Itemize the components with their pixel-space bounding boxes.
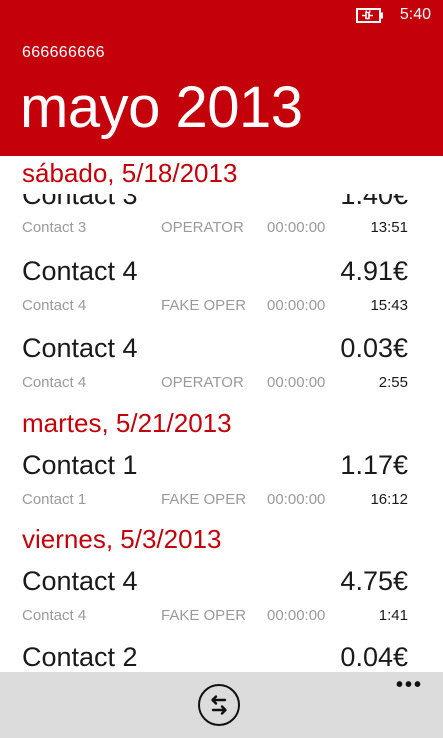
contact-sub: Contact 4 xyxy=(22,607,87,624)
operator: OPERATOR xyxy=(161,374,244,391)
app-bar: ••• xyxy=(0,672,443,738)
contact-name: Contact 1 xyxy=(22,450,138,480)
battery-charging-icon xyxy=(355,7,383,23)
contact-sub: Contact 3 xyxy=(22,219,87,236)
sticky-group-header: sábado, 5/18/2013 xyxy=(0,156,443,194)
calls-list[interactable]: sábado, 5/18/2013 Contact 3 1.40€ Contac… xyxy=(0,156,443,672)
call-time: 2:55 xyxy=(378,374,408,391)
operator: FAKE OPERATOR xyxy=(161,491,245,508)
call-time: 15:43 xyxy=(370,297,408,314)
group-header[interactable]: viernes, 5/3/2013 xyxy=(0,522,443,560)
contact-sub: Contact 1 xyxy=(22,491,87,508)
swap-button[interactable] xyxy=(198,684,240,726)
list-item[interactable]: Contact 4 4.75€ Contact 4 FAKE OPERATOR … xyxy=(0,564,443,638)
contact-name: Contact 2 xyxy=(22,642,138,672)
call-amount: 0.03€ xyxy=(340,333,408,363)
clock: 5:40 xyxy=(399,6,431,23)
contact-sub: Contact 4 xyxy=(22,374,87,391)
duration: 00:00:00 xyxy=(267,219,326,236)
group-date: viernes, 5/3/2013 xyxy=(22,524,222,554)
call-amount: 0.04€ xyxy=(340,642,408,672)
call-time: 16:12 xyxy=(370,491,408,508)
list-item[interactable]: Contact 1 1.17€ Contact 1 FAKE OPERATOR … xyxy=(0,448,443,522)
list-item[interactable]: Contact 4 4.91€ Contact 4 FAKE OPERATOR … xyxy=(0,254,443,328)
call-time: 13:51 xyxy=(370,219,408,236)
status-bar: 5:40 xyxy=(355,4,431,26)
call-time: 1:41 xyxy=(378,607,408,624)
group-date: martes, 5/21/2013 xyxy=(22,408,232,438)
page-title: mayo 2013 xyxy=(20,75,303,140)
operator: FAKE OPERATOR xyxy=(161,297,245,314)
list-item[interactable]: Contact 2 0.04€ xyxy=(0,640,443,672)
phone-number: 666666666 xyxy=(22,44,105,61)
swap-arrows-icon xyxy=(211,695,227,715)
operator: OPERATOR xyxy=(161,219,244,236)
duration: 00:00:00 xyxy=(267,491,326,508)
group-date: sábado, 5/18/2013 xyxy=(22,158,238,188)
list-item[interactable]: Contact 4 0.03€ Contact 4 OPERATOR 00:00… xyxy=(0,331,443,405)
contact-name: Contact 4 xyxy=(22,333,138,363)
contact-name: Contact 4 xyxy=(22,566,138,596)
operator: FAKE OPERATOR xyxy=(161,607,245,624)
duration: 00:00:00 xyxy=(267,297,326,314)
group-header[interactable]: martes, 5/21/2013 xyxy=(0,406,443,444)
more-options-icon[interactable]: ••• xyxy=(396,674,423,697)
call-amount: 1.17€ xyxy=(340,450,408,480)
duration: 00:00:00 xyxy=(267,607,326,624)
duration: 00:00:00 xyxy=(267,374,326,391)
contact-name: Contact 4 xyxy=(22,256,138,286)
contact-sub: Contact 4 xyxy=(22,297,87,314)
header: 5:40 666666666 mayo 2013 xyxy=(0,0,443,156)
call-amount: 4.75€ xyxy=(340,566,408,596)
call-amount: 4.91€ xyxy=(340,256,408,286)
